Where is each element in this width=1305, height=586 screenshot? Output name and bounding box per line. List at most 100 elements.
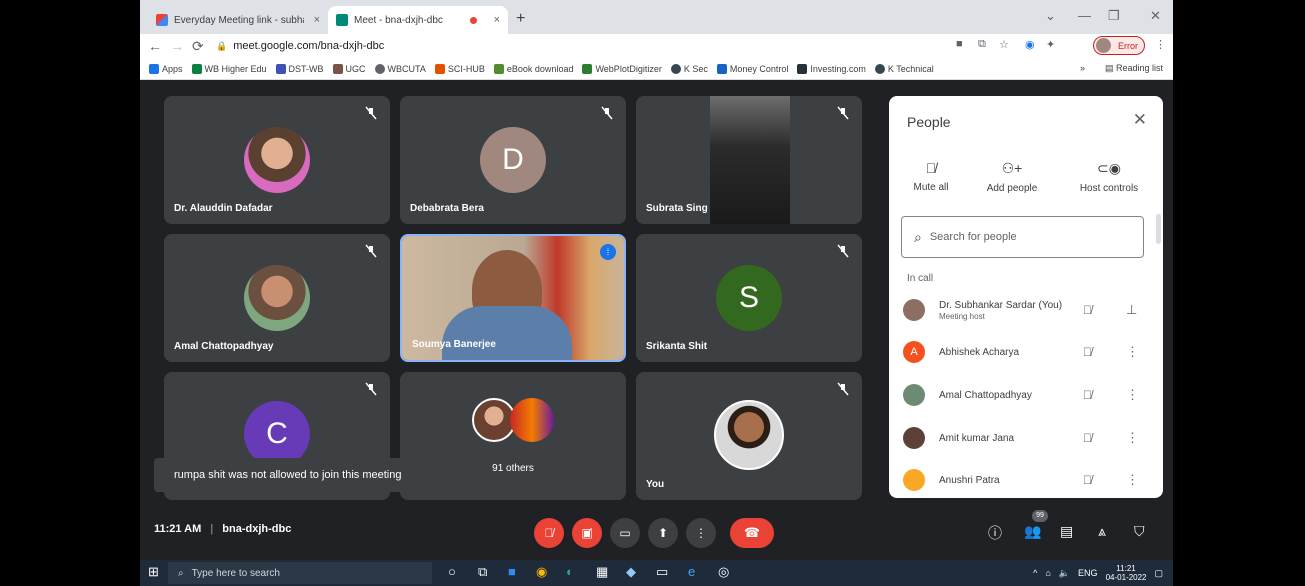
clock[interactable]: 11:21 04-01-2022 (1106, 564, 1147, 582)
participant-tile[interactable]: Dr. Alauddin Dafadar (164, 96, 390, 224)
participant-name: Anushri Patra (939, 474, 1000, 486)
pin-icon[interactable]: ⊥ (1126, 302, 1137, 318)
participant-tile[interactable]: S Srikanta Shit (636, 234, 862, 362)
forward-icon[interactable]: → (170, 38, 184, 54)
windows-start-icon[interactable]: ⊞ (148, 564, 159, 580)
separator: | (210, 523, 214, 535)
search-input[interactable]: ⌕ Search for people (901, 216, 1144, 258)
store-icon[interactable]: ■ (508, 564, 516, 579)
volume-icon[interactable]: 🔈 (1059, 568, 1070, 579)
app-icon[interactable]: ◐ (566, 564, 574, 579)
calculator-icon[interactable]: ▦ (596, 564, 608, 580)
tab-search-icon[interactable]: ⌄ (1045, 8, 1056, 24)
app-icon[interactable]: ◎ (718, 564, 729, 580)
bookmark-label: WebPlotDigitizer (595, 63, 662, 74)
mic-off-icon[interactable]: 🎙̸ (1083, 388, 1092, 402)
chat-icon[interactable]: ▤ (1060, 523, 1073, 540)
tab-close-icon[interactable]: × (314, 14, 320, 26)
minimize-button[interactable]: — (1078, 8, 1091, 23)
participant-row[interactable]: Amit kumar Jana 🎙̸ ⋮ (903, 422, 1153, 454)
camera-icon[interactable]: ■ (956, 38, 963, 50)
present-button[interactable]: ⬆ (648, 518, 678, 548)
scrollbar[interactable] (1156, 214, 1161, 244)
network-icon[interactable]: ⌂ (1045, 568, 1050, 578)
bookmark-wbcuta[interactable]: WBCUTA (374, 63, 426, 74)
edge-icon[interactable]: e (688, 564, 695, 579)
mic-off-icon[interactable]: 🎙̸ (1083, 473, 1092, 487)
participant-tile[interactable]: Amal Chattopadhyay (164, 234, 390, 362)
back-icon[interactable]: ← (148, 38, 162, 54)
mic-toggle-button[interactable]: 🎙̸ (534, 518, 564, 548)
reading-list-button[interactable]: ▤ Reading list (1105, 63, 1163, 74)
menu-icon[interactable]: ⋮ (1155, 38, 1166, 51)
chevron-up-icon[interactable]: ^ (1033, 568, 1037, 578)
bookmark-k-technical[interactable]: K Technical (874, 63, 934, 74)
bookmarks-overflow[interactable]: » (1080, 63, 1085, 73)
bookmark-investing[interactable]: Investing.com (797, 63, 866, 74)
mic-off-icon[interactable]: 🎙̸ (1083, 303, 1092, 317)
action-label: Add people (986, 183, 1038, 194)
chrome-icon[interactable]: ◉ (536, 564, 547, 580)
app-icon[interactable]: ◆ (626, 564, 636, 580)
more-options-button[interactable]: ⋮ (686, 518, 716, 548)
captions-button[interactable]: ▭ (610, 518, 640, 548)
speaking-indicator-icon: ⁞ (600, 244, 616, 260)
participant-row[interactable]: Amal Chattopadhyay 🎙̸ ⋮ (903, 379, 1153, 411)
cortana-icon[interactable]: ○ (448, 564, 456, 579)
self-tile[interactable]: You (636, 372, 862, 500)
bookmark-apps[interactable]: Apps (149, 63, 183, 74)
address-bar[interactable]: 🔒 meet.google.com/bna-dxjh-dbc (216, 37, 876, 55)
restore-button[interactable]: ❐ (1108, 8, 1120, 24)
close-icon[interactable]: ✕ (1133, 110, 1147, 130)
participant-row[interactable]: A Abhishek Acharya 🎙̸ ⋮ (903, 336, 1153, 368)
bookmark-sci-hub[interactable]: SCI-HUB (434, 63, 485, 74)
activities-icon[interactable]: ⩓ (1098, 523, 1106, 540)
language-indicator[interactable]: ENG (1078, 568, 1098, 578)
tab-meet[interactable]: Meet - bna-dxjh-dbc × (328, 6, 508, 34)
participant-name: Amal Chattopadhyay (174, 341, 274, 352)
participant-row[interactable]: Anushri Patra 🎙̸ ⋮ (903, 464, 1153, 496)
mute-all-button[interactable]: 🎙̸ Mute all (903, 160, 959, 193)
participant-tile-active-speaker[interactable]: ⁞ Soumya Banerjee (400, 234, 626, 362)
reload-icon[interactable]: ⟳ (192, 38, 204, 55)
profile-button[interactable]: Error (1093, 36, 1145, 55)
bookmark-wb-higher-edu[interactable]: WB Higher Edu (191, 63, 267, 74)
info-icon[interactable]: ⓘ (988, 523, 1002, 543)
more-icon[interactable]: ⋮ (1126, 430, 1139, 446)
notifications-icon[interactable]: ▢ (1154, 568, 1163, 579)
tab-everyday-meeting[interactable]: Everyday Meeting link - subhank × (148, 6, 328, 34)
new-tab-button[interactable]: + (516, 10, 525, 28)
more-icon[interactable]: ⋮ (1126, 472, 1139, 488)
extension-icon[interactable]: ◉ (1025, 38, 1035, 51)
participant-tile[interactable]: D Debabrata Bera (400, 96, 626, 224)
others-tile[interactable]: 91 others (400, 372, 626, 500)
bookmark-ebook[interactable]: eBook download (493, 63, 573, 74)
terminal-icon[interactable]: ▭ (656, 564, 668, 580)
share-icon[interactable]: ⧉ (978, 38, 986, 51)
host-controls-button[interactable]: ⊂◉ Host controls (1071, 160, 1147, 194)
more-icon[interactable]: ⋮ (1126, 344, 1139, 360)
participant-tile[interactable]: Subrata Sing (636, 96, 862, 224)
star-icon[interactable]: ☆ (999, 38, 1009, 51)
camera-toggle-button[interactable]: ▣̸ (572, 518, 602, 548)
host-controls-icon[interactable]: ⛉ (1134, 523, 1145, 540)
tab-close-icon[interactable]: × (494, 14, 500, 26)
mic-off-icon[interactable]: 🎙̸ (1083, 345, 1092, 359)
participant-row[interactable]: Dr. Subhankar Sardar (You) Meeting host 🎙… (903, 294, 1153, 326)
bookmark-k-sec[interactable]: K Sec (670, 63, 708, 74)
leave-call-button[interactable]: ☎ (730, 518, 774, 548)
task-view-icon[interactable]: ⧉ (478, 564, 487, 580)
present-icon: ⬆ (657, 526, 669, 540)
add-people-button[interactable]: ⚇+ Add people (979, 160, 1045, 194)
puzzle-icon[interactable]: ✦ (1046, 38, 1055, 51)
bookmark-ugc[interactable]: UGC (332, 63, 366, 74)
bookmark-dst-wb[interactable]: DST-WB (275, 63, 324, 74)
people-icon[interactable]: 👥 (1024, 523, 1041, 540)
close-window-button[interactable]: ✕ (1150, 8, 1161, 24)
more-icon[interactable]: ⋮ (1126, 387, 1139, 403)
participant-name: Debabrata Bera (410, 203, 484, 214)
bookmark-money-control[interactable]: Money Control (716, 63, 788, 74)
taskbar-search-input[interactable]: ⌕ Type here to search (168, 562, 432, 584)
mic-off-icon[interactable]: 🎙̸ (1083, 431, 1092, 445)
bookmark-webplotdigitizer[interactable]: WebPlotDigitizer (582, 63, 662, 74)
